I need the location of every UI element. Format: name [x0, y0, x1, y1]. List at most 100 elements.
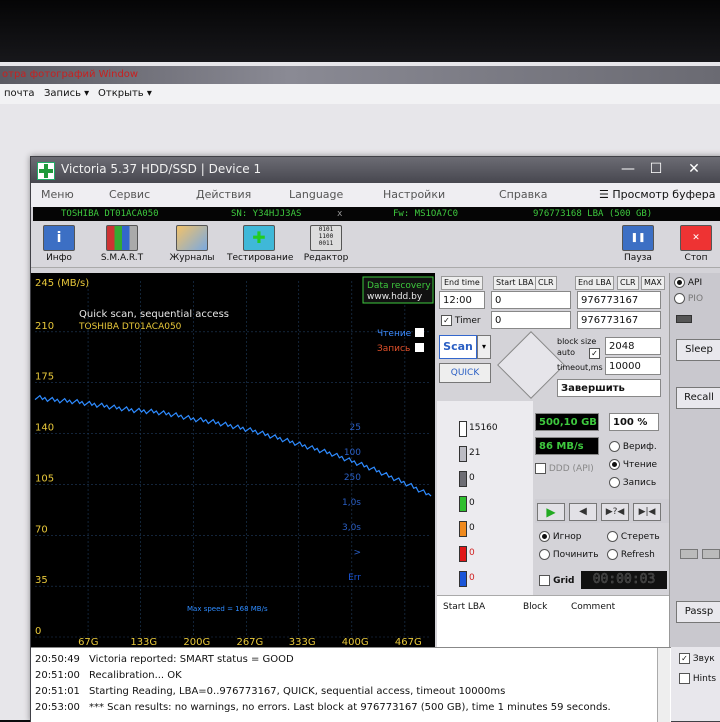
skip-end-button[interactable]: ▶|◀: [633, 503, 661, 521]
smart-tool-label: S.M.A.R.T: [100, 253, 144, 263]
scan-button[interactable]: Scan: [439, 335, 477, 359]
pio-radio[interactable]: PIO: [674, 293, 703, 304]
menu-actions[interactable]: Действия: [196, 188, 251, 201]
sound-checkbox[interactable]: ✓: [679, 653, 690, 664]
legend-count: 0: [469, 523, 475, 533]
ctrl-left-icon[interactable]: [680, 549, 698, 559]
start-clr-button[interactable]: CLR: [535, 276, 557, 290]
testing-tool[interactable]: ✚ Тестирование: [227, 225, 294, 263]
quick-button[interactable]: QUICK: [439, 363, 491, 383]
ddd-api-toggle[interactable]: DDD (API): [535, 463, 594, 474]
menu-service[interactable]: Сервис: [109, 188, 150, 201]
recall-button[interactable]: Recall: [676, 387, 720, 409]
smart-tool[interactable]: S.M.A.R.T: [97, 225, 147, 263]
testing-tool-label: Тестирование: [227, 253, 294, 263]
logs-tool[interactable]: Журналы: [167, 225, 217, 263]
pause-icon: ❚❚: [622, 225, 654, 251]
ad-line2: www.hdd.by: [367, 292, 423, 302]
stop-button[interactable]: ✕ Стоп: [679, 225, 713, 263]
bg-menu-open[interactable]: Открыть ▾: [98, 84, 152, 104]
menu-main[interactable]: Меню: [41, 188, 74, 201]
grid-checkbox[interactable]: [539, 575, 550, 586]
legend-swatch: [459, 496, 467, 512]
maximize-button[interactable]: ☐: [643, 159, 669, 179]
write-radio-dot[interactable]: [609, 477, 620, 488]
info-tool[interactable]: i Инфо: [41, 225, 77, 263]
pio-radio-dot[interactable]: [674, 293, 685, 304]
max-speed-label: Max speed = 168 MB/s: [187, 605, 268, 613]
passp-button[interactable]: Passp: [676, 601, 720, 623]
write-radio[interactable]: Запись: [609, 477, 656, 488]
legend-label: Err: [348, 573, 361, 583]
timer-input[interactable]: 0: [491, 311, 571, 329]
pause-button[interactable]: ❚❚ Пауза: [621, 225, 655, 263]
erase-radio-dot[interactable]: [607, 531, 618, 542]
legend-label: 25: [349, 423, 361, 433]
log-time: 20:50:49: [35, 654, 80, 665]
close-button[interactable]: ✕: [681, 159, 707, 179]
api-radio[interactable]: API: [674, 277, 702, 288]
write-legend-checkbox[interactable]: [415, 343, 424, 352]
logs-icon: [176, 225, 208, 251]
title-bar[interactable]: Victoria 5.37 HDD/SSD | Device 1 — ☐ ✕: [31, 157, 720, 183]
stop-label: Стоп: [684, 253, 708, 263]
end-time-input[interactable]: 12:00: [439, 291, 485, 309]
menu-help[interactable]: Справка: [499, 188, 547, 201]
hints-checkbox[interactable]: [679, 673, 690, 684]
timeout-select[interactable]: 10000: [605, 357, 661, 375]
menu-settings[interactable]: Настройки: [383, 188, 445, 201]
buffer-view-menu[interactable]: ☰ Просмотр буфера: [599, 188, 716, 201]
timer-label: Timer: [454, 316, 481, 326]
direction-pad[interactable]: [497, 331, 565, 399]
read-radio-dot[interactable]: [609, 459, 620, 470]
editor-tool[interactable]: 0101 1100 0011 Редактор: [301, 225, 351, 263]
end-action-select[interactable]: Завершить: [557, 379, 661, 397]
read-legend-checkbox[interactable]: [415, 328, 424, 337]
api-radio-dot[interactable]: [674, 277, 685, 288]
grid-toggle[interactable]: Grid: [539, 575, 575, 586]
verify-radio[interactable]: Вериф.: [609, 441, 657, 452]
legend-label: 3,0s: [341, 523, 361, 533]
play-button[interactable]: ▶: [537, 503, 565, 521]
ignore-radio-dot[interactable]: [539, 531, 550, 542]
hints-toggle[interactable]: Hints: [679, 673, 716, 684]
repair-label: Починить: [552, 550, 599, 560]
repair-radio-dot[interactable]: [539, 549, 550, 560]
refresh-radio[interactable]: Refresh: [607, 549, 655, 560]
sound-toggle[interactable]: ✓ Звук: [679, 653, 715, 664]
block-size-select[interactable]: 2048: [605, 337, 661, 355]
end-clr-button[interactable]: CLR: [617, 276, 639, 290]
legend-swatch: [459, 571, 467, 587]
refresh-radio-dot[interactable]: [607, 549, 618, 560]
timer-checkbox[interactable]: ✓: [441, 315, 452, 326]
read-radio[interactable]: Чтение: [609, 459, 657, 470]
menu-language[interactable]: Language: [289, 188, 343, 201]
timer-toggle[interactable]: ✓ Timer: [441, 315, 481, 326]
repair-radio[interactable]: Починить: [539, 549, 599, 560]
auto-checkbox[interactable]: ✓: [589, 348, 600, 359]
y-tick-label: 35: [35, 575, 48, 586]
percent-sign: %: [637, 417, 648, 428]
pio-label: PIO: [687, 294, 704, 304]
rewind-button[interactable]: ◀: [569, 503, 597, 521]
end-lba-input[interactable]: 976773167: [577, 291, 661, 309]
ctrl-right-icon[interactable]: [702, 549, 720, 559]
ignore-radio[interactable]: Игнор: [539, 531, 581, 542]
start-lba-input[interactable]: 0: [491, 291, 571, 309]
minimize-button[interactable]: —: [615, 159, 641, 179]
max-button[interactable]: MAX: [641, 276, 665, 290]
status-led-icon: [676, 315, 692, 323]
log-scrollbar[interactable]: [657, 648, 670, 722]
sleep-button[interactable]: Sleep: [676, 339, 720, 361]
sound-label: Звук: [692, 654, 715, 664]
erase-radio[interactable]: Стереть: [607, 531, 660, 542]
bg-menu-mail[interactable]: почта: [4, 84, 35, 104]
verify-radio-dot[interactable]: [609, 441, 620, 452]
end-lba-input-2[interactable]: 976773167: [577, 311, 661, 329]
ddd-api-checkbox[interactable]: [535, 463, 546, 474]
bg-menu-write[interactable]: Запись ▾: [44, 84, 89, 104]
legend-count: 15160: [469, 423, 498, 433]
skip-back-button[interactable]: ▶?◀: [601, 503, 629, 521]
scan-dropdown-icon[interactable]: ▾: [477, 335, 491, 359]
start-lba-label: Start LBA: [493, 276, 537, 290]
